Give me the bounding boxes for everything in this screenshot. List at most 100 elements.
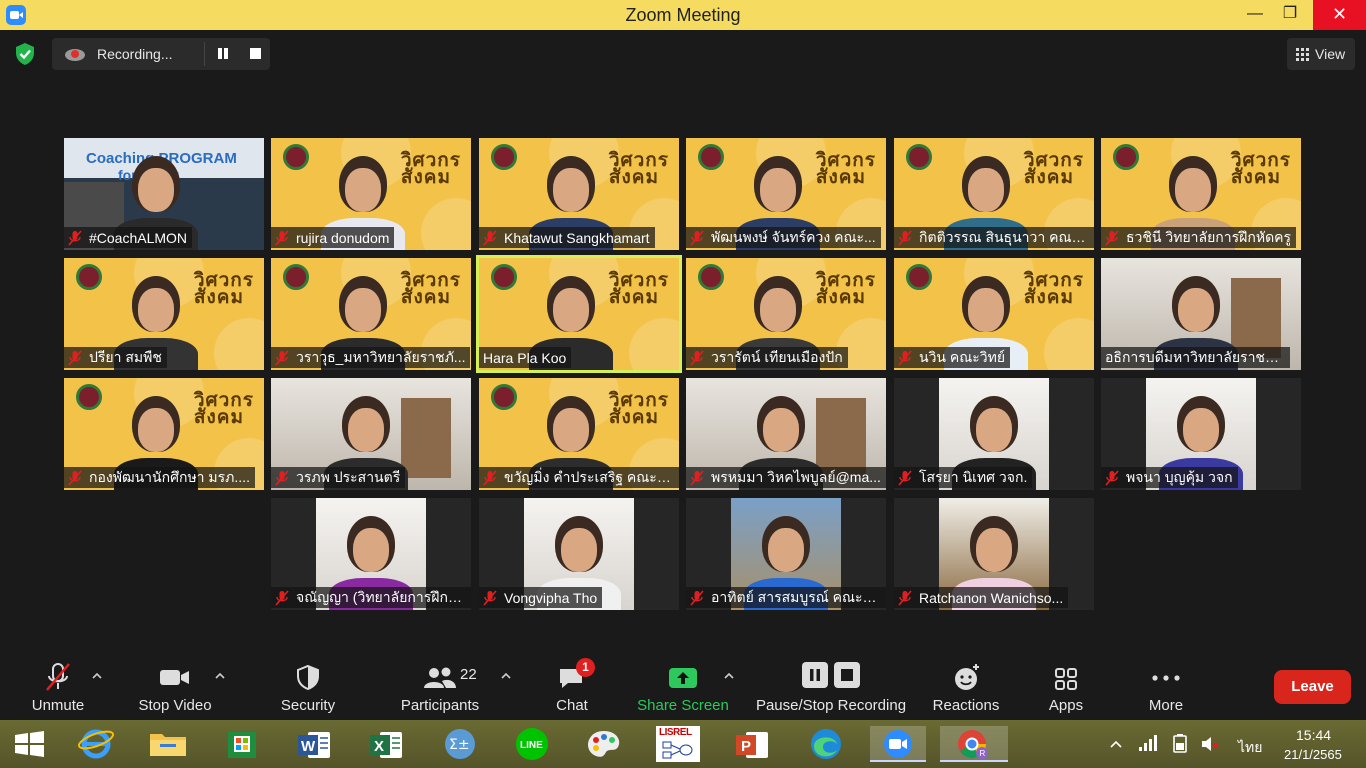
chrome-taskbar-button[interactable]: R (940, 726, 1008, 762)
chevron-up-icon[interactable] (92, 672, 102, 680)
video-tile[interactable]: วิศวกร สังคม ขวัญมิ่ง คำประเสริฐ คณะวิ... (479, 378, 679, 490)
video-tile[interactable]: วิศวกร สังคม กิตติวรรณ สินธุนาวา คณะ... (894, 138, 1094, 250)
muted-microphone-icon (68, 469, 82, 486)
lisrel-icon[interactable]: LISREL (656, 726, 700, 762)
video-tile[interactable]: อธิการบดีมหาวิทยาลัยราชภัฏ... (1101, 258, 1301, 370)
network-signal-icon[interactable] (1138, 734, 1158, 752)
clock-time[interactable]: 15:44 (1296, 727, 1331, 743)
participant-nameplate: ธวชินี วิทยาลัยการฝึกหัดครู (1101, 227, 1297, 248)
participant-face (760, 288, 796, 332)
participant-face (976, 528, 1012, 572)
video-tile[interactable]: วิศวกร สังคม Khatawut Sangkhamart (479, 138, 679, 250)
input-language[interactable]: ไทย (1238, 737, 1262, 759)
participant-face (1175, 168, 1211, 212)
participant-nameplate: นวิน คณะวิทย์ (894, 347, 1011, 368)
video-tile[interactable]: วิศวกร สังคม พัฒนพงษ์ จันทร์ควง คณะ... (686, 138, 886, 250)
maximize-button[interactable]: ❐ (1268, 0, 1312, 30)
brand-text: วิศวกร สังคม (1023, 270, 1084, 308)
video-tile[interactable]: Vongvipha Tho (479, 498, 679, 610)
stop-recording-button[interactable] (250, 48, 261, 59)
university-logo (698, 264, 724, 290)
line-app-icon[interactable]: LINE (510, 726, 554, 762)
math-input-icon[interactable]: Σ± (438, 726, 482, 762)
video-tile[interactable]: วิศวกร สังคมนวิน คณะวิทย์ (894, 258, 1094, 370)
close-button[interactable]: ✕ (1313, 0, 1366, 30)
muted-microphone-icon (483, 469, 497, 486)
video-tile[interactable]: Coaching PROGRAMfor l rer#CoachALMON (64, 138, 264, 250)
microsoft-excel-icon[interactable]: X (364, 726, 408, 762)
video-tile[interactable]: วิศวกร สังคม กองพัฒนานักศึกษา มรภ.... (64, 378, 264, 490)
stop-video-button[interactable]: Stop Video (134, 658, 216, 720)
view-button[interactable]: View (1287, 38, 1355, 70)
participant-face (345, 288, 381, 332)
video-tile[interactable]: วิศวกร สังคม วรารัตน์ เทียนเมืองปัก (686, 258, 886, 370)
video-tile[interactable]: วิศวกร สังคม ธวชินี วิทยาลัยการฝึกหัดครู (1101, 138, 1301, 250)
video-tile[interactable]: วิศวกร สังคม rujira donudom (271, 138, 471, 250)
participant-nameplate: ขวัญมิ่ง คำประเสริฐ คณะวิ... (479, 467, 679, 488)
paint-palette-icon[interactable] (582, 726, 626, 762)
participant-nameplate: อาทิตย์ สารสมบูรณ์ คณะวิ... (686, 587, 886, 608)
participant-name: อาทิตย์ สารสมบูรณ์ คณะวิ... (711, 588, 881, 605)
speaker-muted-icon[interactable] (1200, 734, 1220, 754)
microsoft-powerpoint-icon[interactable]: P (730, 726, 774, 762)
reactions-button[interactable]: Reactions (928, 658, 1004, 720)
video-tile[interactable]: จณัญญา (วิทยาลัยการฝึกหั... (271, 498, 471, 610)
more-button[interactable]: More (1136, 658, 1196, 720)
participant-nameplate: ปรียา สมพืช (64, 347, 167, 368)
muted-microphone-icon (898, 469, 912, 486)
university-logo (76, 384, 102, 410)
chevron-up-icon[interactable] (215, 672, 225, 680)
video-tile[interactable]: พรหมมา วิหคไพบูลย์@ma... (686, 378, 886, 490)
video-tile[interactable]: Ratchanon Wanichso... (894, 498, 1094, 610)
internet-explorer-icon[interactable] (74, 726, 118, 762)
window-title: Zoom Meeting (625, 5, 741, 25)
apps-button[interactable]: Apps (1036, 658, 1096, 720)
clock-date[interactable]: 21/1/2565 (1284, 747, 1342, 762)
university-logo (906, 144, 932, 170)
unmute-button[interactable]: Unmute (20, 658, 96, 720)
participant-face (553, 408, 589, 452)
svg-text:LINE: LINE (520, 740, 543, 751)
participant-face (1183, 408, 1219, 452)
reactions-label: Reactions (932, 697, 1000, 714)
microsoft-store-icon[interactable] (220, 726, 264, 762)
participant-face (561, 528, 597, 572)
participant-nameplate: วรารัตน์ เทียนเมืองปัก (686, 347, 848, 368)
divider (204, 42, 205, 66)
pause-recording-button[interactable] (216, 47, 230, 61)
participants-button[interactable]: 22 Participants (396, 658, 484, 720)
video-tile[interactable]: วิศวกร สังคม ปรียา สมพืช (64, 258, 264, 370)
gear-decoration (629, 318, 679, 370)
chevron-up-icon[interactable] (724, 672, 734, 680)
chevron-up-icon[interactable] (501, 672, 511, 680)
microsoft-word-icon[interactable]: W (292, 726, 336, 762)
video-tile[interactable]: พจนา บุญคุ้ม วจก (1101, 378, 1301, 490)
video-camera-icon (160, 670, 189, 685)
university-logo (491, 144, 517, 170)
video-tile[interactable]: วิศวกร สังคม Hara Pla Koo (476, 255, 682, 373)
participant-face (976, 408, 1012, 452)
brand-text: วิศวกร สังคม (608, 270, 669, 308)
share-screen-button[interactable]: Share Screen (636, 658, 730, 720)
leave-button[interactable]: Leave (1274, 670, 1351, 704)
microsoft-edge-icon[interactable] (804, 726, 848, 762)
video-tile[interactable]: อาทิตย์ สารสมบูรณ์ คณะวิ... (686, 498, 886, 610)
pause-stop-recording-button[interactable]: Pause/Stop Recording (752, 658, 910, 720)
video-tile[interactable]: วิศวกร สังคม วราวุธ_มหาวิทยาลัยราชภั... (271, 258, 471, 370)
file-explorer-icon[interactable] (146, 726, 190, 762)
battery-icon[interactable] (1170, 733, 1190, 753)
stop-video-label: Stop Video (138, 697, 212, 714)
muted-microphone-icon (690, 349, 704, 366)
participant-nameplate: พจนา บุญคุ้ม วจก (1101, 467, 1238, 488)
security-shield-icon[interactable] (14, 42, 36, 66)
video-tile[interactable]: วรภพ ประสานตรี (271, 378, 471, 490)
lisrel-label: LISREL (659, 727, 692, 738)
brand-text: วิศวกร สังคม (1023, 150, 1084, 188)
zoom-taskbar-button[interactable] (870, 726, 926, 762)
security-button[interactable]: Security (270, 658, 346, 720)
windows-start-icon[interactable] (8, 726, 52, 762)
participant-face (968, 288, 1004, 332)
university-logo (283, 264, 309, 290)
video-tile[interactable]: โสรยา นิเทศ วจก. (894, 378, 1094, 490)
show-hidden-icons-chevron[interactable] (1110, 740, 1122, 748)
